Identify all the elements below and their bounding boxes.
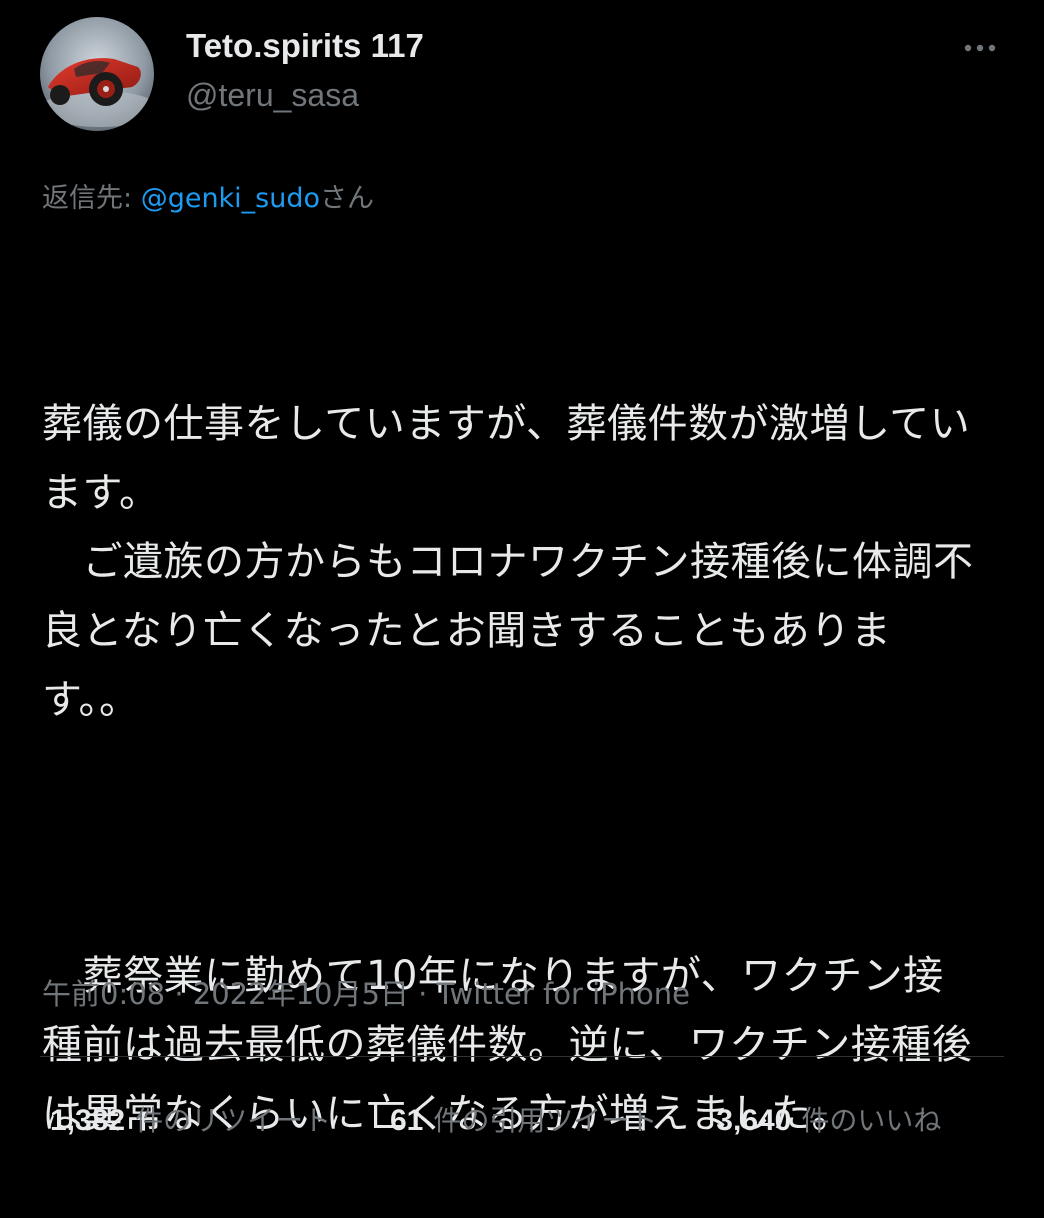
tweet-meta: 午前0:08 · 2022年10月5日 · Twitter for iPhone xyxy=(42,974,690,1014)
avatar[interactable] xyxy=(40,17,154,131)
user-handle[interactable]: @teru_sasa xyxy=(186,76,359,114)
tweet-date[interactable]: 2022年10月5日 xyxy=(193,977,409,1011)
divider xyxy=(40,1056,1004,1057)
likes-count: 3,640 xyxy=(716,1104,792,1137)
meta-separator: · xyxy=(408,977,437,1011)
quotes-stat[interactable]: 61 件の引用ツイート xyxy=(390,1101,657,1141)
reply-prefix: 返信先: xyxy=(42,183,141,214)
more-button[interactable] xyxy=(956,32,1004,64)
quotes-count: 61 xyxy=(390,1104,424,1137)
tweet-time[interactable]: 午前0:08 xyxy=(42,977,165,1011)
retweets-label: 件のリツイート xyxy=(135,1104,332,1137)
race-car-avatar-icon xyxy=(40,17,154,131)
tweet-paragraph-1: 葬儀の仕事をしていますが、葬儀件数が激増しています。 ご遺族の方からもコロナワク… xyxy=(42,401,974,723)
tweet-text: 葬儀の仕事をしていますが、葬儀件数が激増しています。 ご遺族の方からもコロナワク… xyxy=(42,252,982,1218)
tweet-client[interactable]: Twitter for iPhone xyxy=(437,977,690,1011)
more-dots-icon xyxy=(964,44,996,52)
display-name[interactable]: Teto.spirits 117 xyxy=(186,26,424,66)
reply-suffix: さん xyxy=(320,183,375,214)
retweets-stat[interactable]: 1,382 件のリツイート xyxy=(50,1101,331,1141)
retweets-count: 1,382 xyxy=(50,1104,126,1137)
reply-mention-link[interactable]: @genki_sudo xyxy=(141,183,320,214)
likes-label: 件のいいね xyxy=(801,1104,942,1137)
reply-to-line: 返信先: @genki_sudoさん xyxy=(42,179,374,219)
likes-stat[interactable]: 3,640 件のいいね xyxy=(716,1101,941,1141)
tweet-stats: 1,382 件のリツイート 61 件の引用ツイート 3,640 件のいいね xyxy=(50,1101,941,1141)
quotes-label: 件の引用ツイート xyxy=(433,1104,658,1137)
meta-separator: · xyxy=(165,977,193,1011)
